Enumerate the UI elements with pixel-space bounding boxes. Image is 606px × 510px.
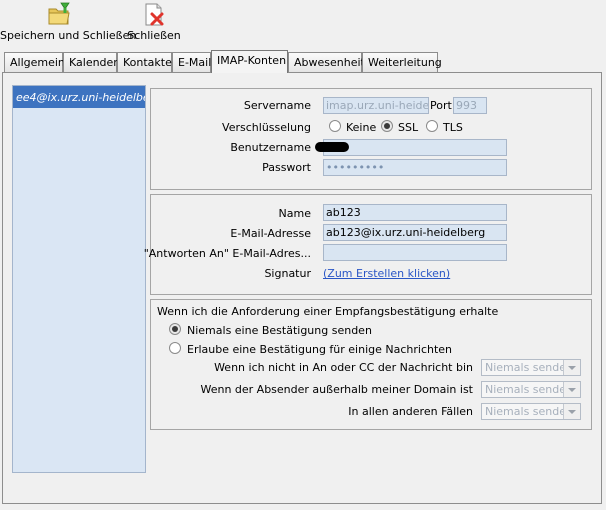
encryption-ssl-radio[interactable] xyxy=(381,120,393,132)
tab-abwesenheit[interactable]: Abwesenheit xyxy=(288,52,365,72)
tab-allgemein[interactable]: Allgemein xyxy=(4,52,65,72)
save-and-close-button[interactable]: Speichern und Schließen xyxy=(0,2,137,44)
receipt-never-label: Niemals eine Bestätigung senden xyxy=(187,324,372,337)
tab-kontakte[interactable]: Kontakte xyxy=(117,52,172,72)
rule-outside-domain-label: Wenn der Absender außerhalb meiner Domai… xyxy=(200,383,473,396)
receipt-allow-radio[interactable] xyxy=(169,342,181,354)
rule-not-in-to-cc-label: Wenn ich nicht in An oder CC der Nachric… xyxy=(214,361,473,374)
reply-to-label: "Antworten An" E-Mail-Adres... xyxy=(143,247,311,260)
rule-other-select[interactable]: Niemals senden xyxy=(481,403,581,420)
username-input[interactable] xyxy=(323,139,507,156)
read-receipt-group: Wenn ich die Anforderung einer Empfangsb… xyxy=(150,299,592,430)
name-input[interactable]: ab123 xyxy=(323,204,507,221)
password-label: Passwort xyxy=(262,161,311,174)
chevron-down-icon[interactable] xyxy=(563,382,580,397)
chevron-down-icon[interactable] xyxy=(563,360,580,375)
tab-weiterleitung[interactable]: Weiterleitung xyxy=(362,52,442,72)
toolbar: Speichern und Schließen Schließen xyxy=(0,0,606,46)
save-folder-icon xyxy=(48,2,70,25)
encryption-ssl-label: SSL xyxy=(398,121,419,134)
encryption-label: Verschlüsselung xyxy=(222,121,311,134)
servername-label: Servername xyxy=(243,99,311,112)
account-list-item[interactable]: ee4@ix.urz.uni-heidelberg xyxy=(13,86,145,108)
tab-imap-konten[interactable]: IMAP-Konten xyxy=(211,50,288,73)
tab-kalender[interactable]: Kalender xyxy=(63,52,118,72)
identity-group: Name ab123 E-Mail-Adresse ab123@ix.urz.u… xyxy=(144,194,592,295)
password-input[interactable]: ••••••••• xyxy=(323,159,507,176)
tab-email[interactable]: E-Mail xyxy=(172,52,211,72)
email-label: E-Mail-Adresse xyxy=(230,227,311,240)
signature-create-link[interactable]: (Zum Erstellen klicken) xyxy=(323,267,450,280)
servername-input[interactable]: imap.urz.uni-heidelbe xyxy=(323,97,429,114)
server-settings-group: Servername imap.urz.uni-heidelbe Port 99… xyxy=(150,88,592,190)
receipt-allow-label: Erlaube eine Bestätigung für einige Nach… xyxy=(187,343,453,356)
encryption-tls-radio[interactable] xyxy=(426,120,438,132)
read-receipt-heading: Wenn ich die Anforderung einer Empfangsb… xyxy=(157,305,499,318)
port-label: Port xyxy=(430,99,452,112)
email-input[interactable]: ab123@ix.urz.uni-heidelberg xyxy=(323,224,507,241)
rule-outside-domain-select[interactable]: Niemals senden xyxy=(481,381,581,398)
encryption-none-radio[interactable] xyxy=(329,120,341,132)
close-document-icon xyxy=(145,3,164,26)
encryption-none-label: Keine xyxy=(346,121,377,134)
reply-to-input[interactable] xyxy=(323,244,507,261)
account-list[interactable]: ee4@ix.urz.uni-heidelberg xyxy=(12,85,146,473)
close-button[interactable]: Schließen xyxy=(126,2,182,44)
redaction-mark xyxy=(315,142,349,152)
rule-other-label: In allen anderen Fällen xyxy=(348,405,473,418)
signature-label: Signatur xyxy=(264,267,311,280)
encryption-tls-label: TLS xyxy=(443,121,463,134)
username-label: Benutzername xyxy=(230,141,311,154)
close-label: Schließen xyxy=(127,29,181,42)
port-input[interactable]: 993 xyxy=(453,97,487,114)
chevron-down-icon[interactable] xyxy=(563,404,580,419)
receipt-never-radio[interactable] xyxy=(169,323,181,335)
save-and-close-label: Speichern und Schließen xyxy=(0,29,137,42)
rule-not-in-to-cc-select[interactable]: Niemals senden xyxy=(481,359,581,376)
name-label: Name xyxy=(278,207,311,220)
